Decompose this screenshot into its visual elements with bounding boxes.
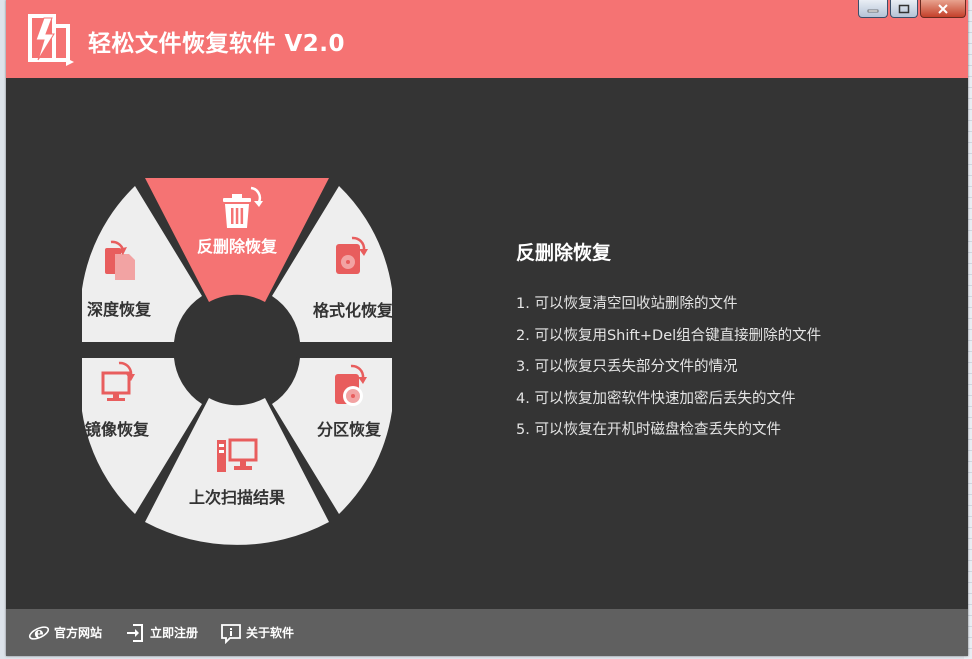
login-icon (127, 623, 144, 642)
maximize-button[interactable] (890, 0, 918, 18)
title-bar[interactable]: 轻松文件恢复软件 V2.0 (6, 0, 968, 78)
about-link[interactable]: 关于软件 (220, 622, 294, 644)
segment-label: 分区恢复 (317, 420, 382, 439)
mode-feature-item: 3. 可以恢复只丢失部分文件的情况 (516, 359, 738, 375)
segment-label: 反删除恢复 (197, 237, 278, 256)
close-icon (938, 3, 948, 14)
recovery-mode-wheel: 反删除恢复 格式化恢复 分区恢复 上次扫描结果 镜像恢复 深度恢复 (82, 178, 392, 545)
maximize-icon (898, 4, 910, 13)
mode-description-panel: 反删除恢复 1. 可以恢复清空回收站删除的文件 2. 可以恢复用Shift+De… (516, 238, 821, 447)
footer-bar: e 官方网站 立即注册 关于软件 (6, 609, 968, 656)
window-controls (858, 0, 966, 22)
mode-feature-item: 1. 可以恢复清空回收站删除的文件 (516, 296, 738, 312)
mode-description-title: 反删除恢复 (516, 242, 612, 264)
segment-label: 深度恢复 (87, 300, 152, 319)
app-logo (28, 14, 74, 66)
official-site-link[interactable]: e 官方网站 (28, 622, 102, 644)
app-title: 轻松文件恢复软件 V2.0 (88, 31, 346, 57)
ie-icon: e (28, 624, 50, 642)
segment-label: 格式化恢复 (313, 301, 392, 320)
minimize-button[interactable] (858, 0, 888, 18)
register-link[interactable]: 立即注册 (124, 622, 198, 644)
minimize-icon (867, 9, 879, 12)
close-button[interactable] (920, 0, 966, 18)
main-content: 反删除恢复 格式化恢复 分区恢复 上次扫描结果 镜像恢复 深度恢复 反删除恢复 … (6, 78, 968, 609)
register-label: 立即注册 (150, 626, 199, 640)
svg-text:e: e (34, 624, 44, 642)
segment-label: 上次扫描结果 (189, 488, 285, 507)
about-label: 关于软件 (246, 626, 295, 640)
info-icon (221, 623, 241, 644)
wheel-hub (177, 290, 297, 410)
official-site-label: 官方网站 (54, 626, 103, 640)
mode-feature-item: 2. 可以恢复用Shift+Del组合键直接删除的文件 (516, 327, 822, 344)
app-window: 轻松文件恢复软件 V2.0 反删除恢复 格式化恢复 分区恢复 上次扫描结果 镜像… (6, 0, 968, 656)
mode-feature-item: 5. 可以恢复在开机时磁盘检查丢失的文件 (516, 422, 781, 438)
mode-feature-item: 4. 可以恢复加密软件快速加密后丢失的文件 (516, 390, 796, 407)
segment-label: 镜像恢复 (85, 420, 150, 439)
